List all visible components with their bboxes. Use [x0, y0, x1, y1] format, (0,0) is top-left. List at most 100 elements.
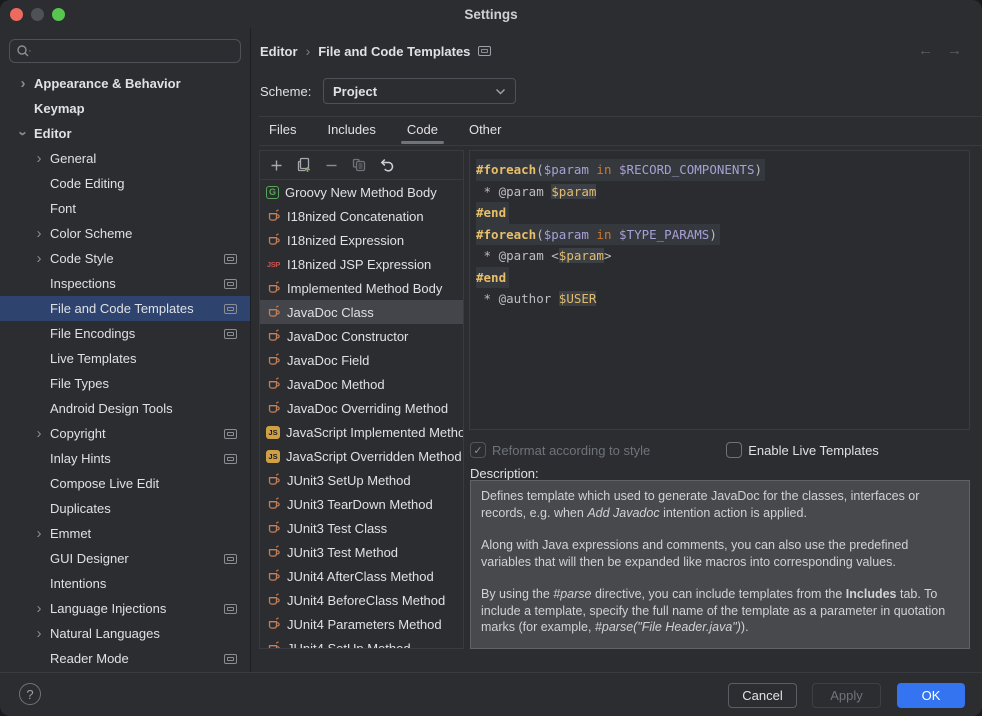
chevron-right-icon[interactable]: ›: [30, 626, 48, 641]
template-item[interactable]: GGroovy New Method Body: [260, 180, 463, 204]
project-settings-icon: [224, 279, 237, 289]
tab-other[interactable]: Other: [467, 120, 504, 143]
sidebar-item-android-design-tools[interactable]: ›Android Design Tools: [0, 396, 250, 421]
sidebar-item-appearance-behavior[interactable]: ›Appearance & Behavior: [0, 71, 250, 96]
template-item[interactable]: JavaDoc Constructor: [260, 324, 463, 348]
chevron-right-icon[interactable]: ›: [14, 76, 32, 91]
project-settings-icon: [224, 304, 237, 314]
sidebar-item-general[interactable]: ›General: [0, 146, 250, 171]
apply-button-disabled: Apply: [812, 683, 881, 708]
options-row: ✓ Reformat according to style Enable Liv…: [470, 442, 970, 458]
java-file-icon: [266, 377, 281, 391]
sidebar-item-emmet[interactable]: ›Emmet: [0, 521, 250, 546]
project-settings-icon: [224, 254, 237, 264]
add-icon[interactable]: [269, 158, 284, 173]
java-file-icon: [266, 545, 281, 559]
duplicate-icon[interactable]: [296, 157, 312, 173]
java-file-icon: [266, 521, 281, 535]
help-button[interactable]: ?: [19, 683, 41, 705]
template-item[interactable]: JSJavaScript Overridden Method Body: [260, 444, 463, 468]
sidebar-item-code-style[interactable]: ›Code Style: [0, 246, 250, 271]
project-settings-icon: [478, 46, 491, 56]
template-item[interactable]: Implemented Method Body: [260, 276, 463, 300]
scheme-select[interactable]: Project: [323, 78, 516, 104]
chevron-down-icon[interactable]: ›: [16, 125, 31, 143]
sidebar-item-reader-mode[interactable]: ›Reader Mode: [0, 646, 250, 671]
scheme-row: Scheme: Project: [260, 78, 516, 104]
template-item[interactable]: I18nized Expression: [260, 228, 463, 252]
template-tabs: Files Includes Code Other: [267, 120, 503, 143]
template-item[interactable]: JUnit3 TearDown Method: [260, 492, 463, 516]
template-item[interactable]: JUnit4 SetUp Method: [260, 636, 463, 649]
java-file-icon: [266, 401, 281, 415]
remove-icon[interactable]: [324, 158, 339, 173]
chevron-right-icon[interactable]: ›: [30, 151, 48, 166]
tab-files[interactable]: Files: [267, 120, 298, 143]
template-item[interactable]: I18nized Concatenation: [260, 204, 463, 228]
sidebar-item-copyright[interactable]: ›Copyright: [0, 421, 250, 446]
sidebar-item-intentions[interactable]: ›Intentions: [0, 571, 250, 596]
project-settings-icon: [224, 329, 237, 339]
search-input[interactable]: [9, 39, 241, 63]
chevron-right-icon[interactable]: ›: [30, 251, 48, 266]
description-label: Description:: [470, 466, 539, 481]
sidebar-item-file-types[interactable]: ›File Types: [0, 371, 250, 396]
java-file-icon: [266, 233, 281, 247]
code-line: #foreach($param in $RECORD_COMPONENTS): [476, 159, 765, 181]
java-file-icon: [266, 617, 281, 631]
chevron-right-icon[interactable]: ›: [30, 601, 48, 616]
template-item[interactable]: JavaDoc Field: [260, 348, 463, 372]
template-list-panel: GGroovy New Method Body I18nized Concate…: [259, 150, 464, 649]
back-arrow-icon[interactable]: ←: [918, 42, 933, 59]
copy-icon[interactable]: [351, 157, 367, 173]
java-file-icon: [266, 641, 281, 649]
chevron-right-icon[interactable]: ›: [30, 426, 48, 441]
cancel-button[interactable]: Cancel: [728, 683, 797, 708]
template-item[interactable]: JSPI18nized JSP Expression: [260, 252, 463, 276]
template-item-selected[interactable]: JavaDoc Class: [260, 300, 463, 324]
tab-includes[interactable]: Includes: [325, 120, 377, 143]
scheme-label: Scheme:: [260, 84, 323, 99]
sidebar-item-compose-live-edit[interactable]: ›Compose Live Edit: [0, 471, 250, 496]
template-item[interactable]: JavaDoc Method: [260, 372, 463, 396]
template-item[interactable]: JavaDoc Overriding Method: [260, 396, 463, 420]
template-item[interactable]: JSJavaScript Implemented Method Body: [260, 420, 463, 444]
sidebar-item-language-injections[interactable]: ›Language Injections: [0, 596, 250, 621]
sidebar-item-file-encodings[interactable]: ›File Encodings: [0, 321, 250, 346]
sidebar-item-gui-designer[interactable]: ›GUI Designer: [0, 546, 250, 571]
java-file-icon: [266, 353, 281, 367]
breadcrumb-editor[interactable]: Editor: [260, 44, 298, 59]
tab-code[interactable]: Code: [405, 120, 440, 143]
sidebar-item-natural-languages[interactable]: ›Natural Languages: [0, 621, 250, 646]
scheme-value: Project: [333, 84, 377, 99]
sidebar-item-inlay-hints[interactable]: ›Inlay Hints: [0, 446, 250, 471]
code-line: * @param <$param>: [476, 245, 963, 267]
sidebar-item-font[interactable]: ›Font: [0, 196, 250, 221]
ok-button[interactable]: OK: [897, 683, 965, 708]
chevron-right-icon[interactable]: ›: [30, 226, 48, 241]
template-item[interactable]: JUnit4 BeforeClass Method: [260, 588, 463, 612]
template-code-editor[interactable]: #foreach($param in $RECORD_COMPONENTS) *…: [469, 150, 970, 430]
code-line: #foreach($param in $TYPE_PARAMS): [476, 224, 720, 246]
sidebar-item-color-scheme[interactable]: ›Color Scheme: [0, 221, 250, 246]
sidebar-item-live-templates[interactable]: ›Live Templates: [0, 346, 250, 371]
title-bar[interactable]: Settings: [0, 0, 982, 28]
sidebar-item-file-and-code-templates[interactable]: ›File and Code Templates: [0, 296, 250, 321]
sidebar-item-duplicates[interactable]: ›Duplicates: [0, 496, 250, 521]
template-item[interactable]: JUnit3 Test Class: [260, 516, 463, 540]
template-item[interactable]: JUnit4 Parameters Method: [260, 612, 463, 636]
project-settings-icon: [224, 429, 237, 439]
chevron-right-icon[interactable]: ›: [30, 526, 48, 541]
enable-live-templates-checkbox[interactable]: [726, 442, 742, 458]
sidebar-item-editor[interactable]: ›Editor: [0, 121, 250, 146]
template-item[interactable]: JUnit3 Test Method: [260, 540, 463, 564]
template-item[interactable]: JUnit4 AfterClass Method: [260, 564, 463, 588]
template-item[interactable]: JUnit3 SetUp Method: [260, 468, 463, 492]
sidebar-item-keymap[interactable]: ›Keymap: [0, 96, 250, 121]
sidebar-item-inspections[interactable]: ›Inspections: [0, 271, 250, 296]
project-settings-icon: [224, 654, 237, 664]
reset-icon[interactable]: [379, 157, 395, 173]
sidebar-item-code-editing[interactable]: ›Code Editing: [0, 171, 250, 196]
divider: [259, 116, 982, 117]
forward-arrow-icon[interactable]: →: [947, 42, 962, 59]
